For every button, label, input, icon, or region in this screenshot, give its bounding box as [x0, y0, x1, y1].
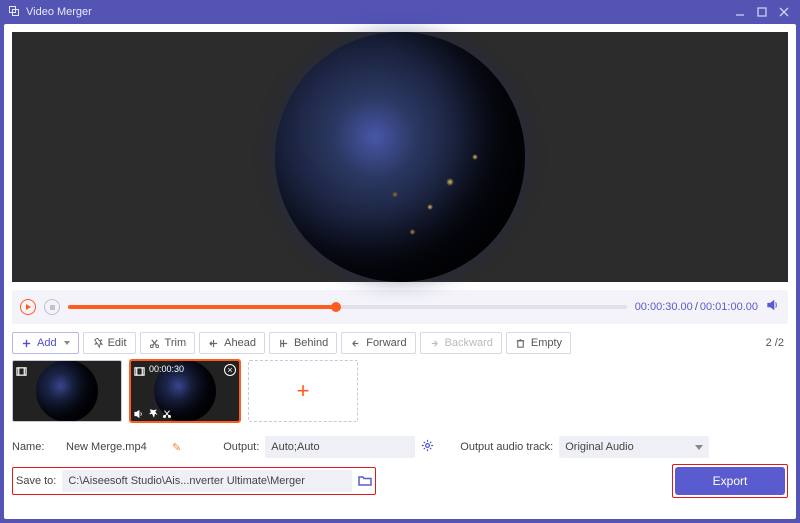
- save-to-label: Save to:: [16, 475, 56, 487]
- output-dropdown[interactable]: Auto;Auto: [265, 436, 415, 458]
- behind-button[interactable]: Behind: [269, 332, 337, 354]
- output-label: Output:: [223, 441, 259, 453]
- audio-track-dropdown[interactable]: Original Audio: [559, 436, 709, 458]
- clip-duration: 00:00:30: [149, 364, 184, 374]
- stop-button[interactable]: [44, 299, 60, 315]
- save-to-group: Save to: C:\Aiseesoft Studio\Ais...nvert…: [12, 467, 376, 495]
- export-button[interactable]: Export: [675, 467, 785, 495]
- open-folder-button[interactable]: [358, 474, 372, 488]
- clip-list: 00:00:30 × +: [4, 360, 796, 430]
- app-icon: [8, 5, 20, 20]
- current-time: 00:00:30.00: [635, 301, 693, 313]
- rename-button[interactable]: ✎: [172, 441, 181, 454]
- backward-button: Backward: [420, 332, 502, 354]
- play-button[interactable]: [20, 299, 36, 315]
- output-settings-button[interactable]: [421, 439, 434, 455]
- timeline-slider[interactable]: [68, 305, 627, 309]
- volume-button[interactable]: [766, 298, 780, 317]
- edit-button[interactable]: Edit: [83, 332, 136, 354]
- toolbar: Add Edit Trim Ahead Behind Forward Backw…: [4, 324, 796, 360]
- remove-clip-button[interactable]: ×: [224, 364, 236, 376]
- playback-controls: 00:00:30.00 / 00:01:00.00: [12, 290, 788, 324]
- maximize-button[interactable]: [754, 4, 770, 20]
- trim-button[interactable]: Trim: [140, 332, 196, 354]
- empty-button[interactable]: Empty: [506, 332, 571, 354]
- clip-counter: 2 /2: [766, 337, 788, 349]
- add-button[interactable]: Add: [12, 332, 79, 354]
- clip-item[interactable]: 00:00:30 ×: [130, 360, 240, 422]
- add-clip-slot[interactable]: +: [248, 360, 358, 422]
- clip-tools: [134, 409, 172, 419]
- film-icon: [16, 364, 27, 375]
- forward-button[interactable]: Forward: [341, 332, 415, 354]
- chevron-down-icon: [64, 341, 70, 345]
- video-frame: [275, 32, 525, 282]
- plus-icon: +: [297, 378, 310, 404]
- ahead-button[interactable]: Ahead: [199, 332, 265, 354]
- volume-icon[interactable]: [134, 409, 144, 419]
- name-value: New Merge.mp4: [66, 441, 166, 453]
- audio-track-label: Output audio track:: [460, 441, 553, 453]
- app-title: Video Merger: [26, 6, 92, 18]
- minimize-button[interactable]: [732, 4, 748, 20]
- titlebar: Video Merger: [0, 0, 800, 24]
- settings-panel: Name: New Merge.mp4 ✎ Output: Auto;Auto …: [4, 430, 796, 508]
- video-preview[interactable]: [12, 32, 788, 282]
- clip-item[interactable]: [12, 360, 122, 422]
- name-label: Name:: [12, 441, 60, 453]
- chevron-down-icon: [695, 445, 703, 450]
- trim-icon[interactable]: [162, 409, 172, 419]
- total-time: 00:01:00.00: [700, 301, 758, 313]
- close-button[interactable]: [776, 4, 792, 20]
- edit-icon[interactable]: [148, 409, 158, 419]
- save-path-dropdown[interactable]: C:\Aiseesoft Studio\Ais...nverter Ultima…: [62, 470, 352, 492]
- film-icon: [134, 364, 145, 375]
